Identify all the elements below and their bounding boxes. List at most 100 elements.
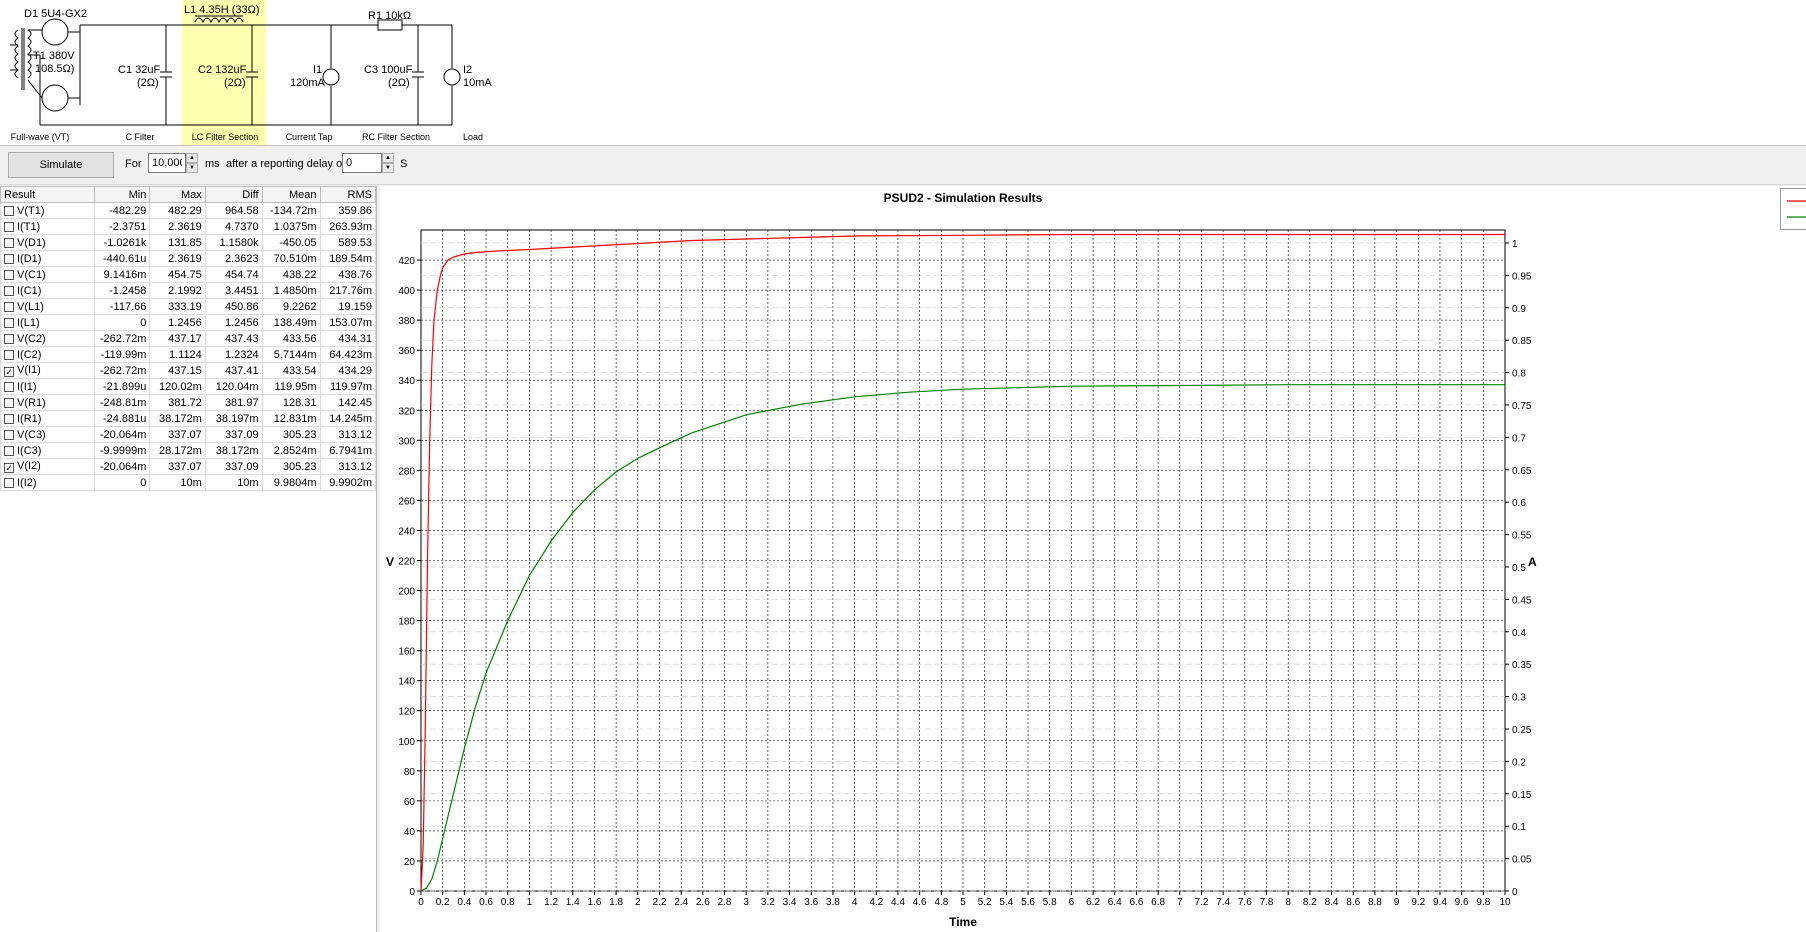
table-row[interactable]: V(R1) -248.81m 381.72 381.97 128.31 142.45 bbox=[0, 394, 377, 411]
result-checkbox[interactable] bbox=[4, 445, 14, 456]
table-row[interactable]: V(C2) -262.72m 437.17 437.43 433.56 434.31 bbox=[0, 330, 377, 347]
result-checkbox[interactable] bbox=[4, 221, 14, 232]
result-name-cell[interactable]: ✓ V(I2) bbox=[0, 458, 96, 475]
y-tick-label: 280 bbox=[398, 466, 415, 477]
col-header-max[interactable]: Max bbox=[149, 186, 206, 203]
result-checkbox[interactable] bbox=[4, 301, 14, 312]
table-row[interactable]: I(C1) -1.2458 2.1992 3.4451 1.4850m 217.76m bbox=[0, 282, 377, 299]
result-checkbox[interactable] bbox=[4, 253, 14, 264]
result-checkbox[interactable] bbox=[4, 333, 14, 344]
spin-up-icon[interactable]: ▲ bbox=[186, 153, 198, 163]
col-header-mean[interactable]: Mean bbox=[261, 186, 321, 203]
result-name: I(I1) bbox=[17, 380, 37, 393]
x-tick-label: 3.4 bbox=[783, 897, 797, 908]
result-checkbox[interactable] bbox=[4, 429, 14, 440]
y-tick-label: 400 bbox=[398, 286, 415, 297]
result-name-cell[interactable]: V(C1) bbox=[0, 266, 96, 283]
c3-resistance: (2Ω) bbox=[388, 77, 410, 89]
table-row[interactable]: ✓ V(I2) -20.064m 337.07 337.09 305.23 313.12 bbox=[0, 458, 377, 475]
y-tick-label: 380 bbox=[398, 316, 415, 327]
duration-input[interactable] bbox=[148, 153, 186, 173]
result-name-cell[interactable]: I(I2) bbox=[0, 474, 96, 491]
cell-diff: 1.2456 bbox=[204, 314, 263, 331]
duration-spinner[interactable]: ▲ ▼ bbox=[186, 153, 198, 173]
result-name-cell[interactable]: V(C3) bbox=[0, 426, 96, 443]
delay-input[interactable] bbox=[342, 153, 382, 173]
result-name-cell[interactable]: I(L1) bbox=[0, 314, 96, 331]
spin-down-icon[interactable]: ▼ bbox=[382, 163, 394, 173]
table-row[interactable]: I(D1) -440.61u 2.3619 2.3623 70.510m 189.54m bbox=[0, 250, 377, 267]
x-tick-label: 4.6 bbox=[913, 897, 927, 908]
result-checkbox[interactable] bbox=[4, 397, 14, 408]
result-name-cell[interactable]: I(R1) bbox=[0, 410, 96, 427]
x-tick-label: 0.4 bbox=[457, 897, 471, 908]
cell-rms: 64.423m bbox=[319, 346, 377, 363]
result-checkbox[interactable] bbox=[4, 413, 14, 424]
result-checkbox[interactable] bbox=[4, 285, 14, 296]
result-checkbox[interactable] bbox=[4, 237, 14, 248]
simulate-button[interactable]: Simulate bbox=[8, 152, 114, 178]
cell-min: 0 bbox=[94, 314, 151, 331]
table-row[interactable]: I(I2) 0 10m 10m 9.9804m 9.9902m bbox=[0, 474, 377, 491]
col-header-result[interactable]: Result bbox=[0, 186, 96, 203]
cell-max: 28.172m bbox=[149, 442, 206, 459]
table-row[interactable]: I(C2) -119.99m 1.1124 1.2324 5.7144m 64.423m bbox=[0, 346, 377, 363]
y2-tick-label: 0.65 bbox=[1512, 466, 1532, 477]
result-checkbox[interactable] bbox=[4, 477, 14, 488]
schematic-drawing: D1 5U4-GX2 L1 4.35H (33Ω) R1 10kΩ T1 380… bbox=[10, 0, 492, 145]
table-row[interactable]: V(L1) -117.66 333.19 450.86 9.2262 19.159 bbox=[0, 298, 377, 315]
result-checkbox[interactable] bbox=[4, 317, 14, 328]
table-row[interactable]: V(C1) 9.1416m 454.75 454.74 438.22 438.76 bbox=[0, 266, 377, 283]
delay-spinner[interactable]: ▲ ▼ bbox=[382, 153, 394, 173]
chart-legend bbox=[1780, 188, 1806, 230]
cell-max: 337.07 bbox=[149, 426, 206, 443]
cell-diff: 10m bbox=[204, 474, 263, 491]
result-name-cell[interactable]: I(T1) bbox=[0, 218, 96, 235]
spin-up-icon[interactable]: ▲ bbox=[382, 153, 394, 163]
result-name: I(C3) bbox=[17, 444, 42, 457]
result-name-cell[interactable]: I(C2) bbox=[0, 346, 96, 363]
result-name-cell[interactable]: I(C3) bbox=[0, 442, 96, 459]
result-checkbox[interactable]: ✓ bbox=[4, 367, 14, 377]
result-checkbox[interactable] bbox=[4, 381, 14, 392]
col-header-min[interactable]: Min bbox=[94, 186, 151, 203]
result-name-cell[interactable]: V(T1) bbox=[0, 202, 96, 219]
result-checkbox[interactable] bbox=[4, 269, 14, 280]
circuit-schematic[interactable]: D1 5U4-GX2 L1 4.35H (33Ω) R1 10kΩ T1 380… bbox=[0, 0, 1806, 146]
table-row[interactable]: V(T1) -482.29 482.29 964.58 -134.72m 359.86 bbox=[0, 202, 377, 219]
table-row[interactable]: V(C3) -20.064m 337.07 337.09 305.23 313.12 bbox=[0, 426, 377, 443]
result-name: V(C1) bbox=[17, 268, 46, 281]
col-header-rms[interactable]: RMS bbox=[319, 186, 377, 203]
section-label-c-filter: C Filter bbox=[126, 132, 155, 142]
spin-down-icon[interactable]: ▼ bbox=[186, 163, 198, 173]
table-row[interactable]: I(I1) -21.899u 120.02m 120.04m 119.95m 119.97… bbox=[0, 378, 377, 395]
y-tick-label: 160 bbox=[398, 647, 415, 658]
result-name-cell[interactable]: V(R1) bbox=[0, 394, 96, 411]
cell-min: -262.72m bbox=[94, 362, 151, 379]
result-name-cell[interactable]: I(D1) bbox=[0, 250, 96, 267]
i1-value: 120mA bbox=[290, 77, 326, 89]
cell-min: -117.66 bbox=[94, 298, 151, 315]
result-checkbox[interactable] bbox=[4, 205, 14, 216]
table-row[interactable]: I(T1) -2.3751 2.3619 4.7370 1.0375m 263.93m bbox=[0, 218, 377, 235]
result-name: V(T1) bbox=[17, 204, 45, 217]
col-header-diff[interactable]: Diff bbox=[204, 186, 263, 203]
table-row[interactable]: V(D1) -1.0261k 131.85 1.1580k -450.05 589.53 bbox=[0, 234, 377, 251]
table-row[interactable]: ✓ V(I1) -262.72m 437.15 437.41 433.54 434.29 bbox=[0, 362, 377, 379]
cell-diff: 120.04m bbox=[204, 378, 263, 395]
result-name-cell[interactable]: I(C1) bbox=[0, 282, 96, 299]
x-tick-label: 5.2 bbox=[978, 897, 992, 908]
result-checkbox[interactable] bbox=[4, 349, 14, 360]
result-name-cell[interactable]: V(D1) bbox=[0, 234, 96, 251]
y-tick-label: 0 bbox=[409, 887, 415, 898]
x-tick-label: 4.4 bbox=[891, 897, 905, 908]
result-name-cell[interactable]: I(I1) bbox=[0, 378, 96, 395]
result-name-cell[interactable]: V(C2) bbox=[0, 330, 96, 347]
table-row[interactable]: I(L1) 0 1.2456 1.2456 138.49m 153.07m bbox=[0, 314, 377, 331]
table-row[interactable]: I(C3) -9.9999m 28.172m 38.172m 2.8524m 6.7941… bbox=[0, 442, 377, 459]
y2-tick-label: 1 bbox=[1512, 239, 1518, 250]
result-name-cell[interactable]: V(L1) bbox=[0, 298, 96, 315]
result-checkbox[interactable]: ✓ bbox=[4, 463, 14, 473]
result-name-cell[interactable]: ✓ V(I1) bbox=[0, 362, 96, 379]
table-row[interactable]: I(R1) -24.881u 38.172m 38.197m 12.831m 14.245… bbox=[0, 410, 377, 427]
